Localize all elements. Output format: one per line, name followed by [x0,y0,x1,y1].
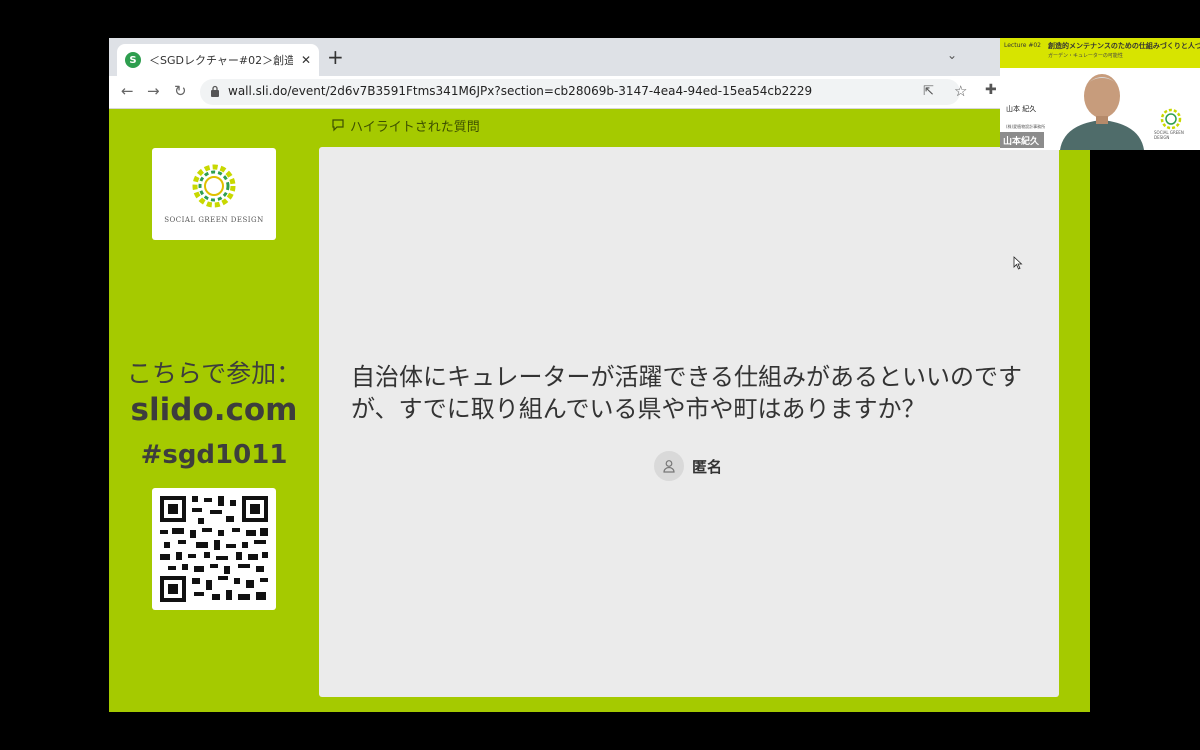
logo-text: SOCIAL GREEN DESIGN [164,216,264,224]
browser-tab[interactable]: S ＜SGDレクチャー#02＞創造的メンテ ✕ [117,44,319,76]
share-icon[interactable]: ⇱ [923,84,934,99]
tab-search-chevron-icon[interactable]: ⌄ [947,48,957,62]
qr-code-image [160,496,268,602]
lecture-subtitle: ガーデン・キュレーターの可能性 [1048,53,1123,59]
star-icon[interactable]: ☆ [954,82,967,100]
section-header: ハイライトされた質問 [331,116,480,135]
reload-icon[interactable]: ↻ [174,82,187,100]
mouse-cursor-icon [1013,256,1023,270]
tab-strip: S ＜SGDレクチャー#02＞創造的メンテ ✕ + ⌄ [109,38,1090,76]
question-author: 匿名 [654,451,722,481]
join-site: slido.com [130,392,298,428]
lock-icon [211,85,219,97]
lecture-title: 創造的メンテナンスのための仕組みづくりと人づくり [1048,42,1200,50]
back-arrow-icon[interactable]: ← [121,82,134,100]
logo-wreath-icon [1160,108,1182,130]
video-overlay: Lecture #02 創造的メンテナンスのための仕組みづくりと人づくり ガーデ… [1000,38,1200,150]
author-name: 匿名 [692,457,723,476]
browser-window: S ＜SGDレクチャー#02＞創造的メンテ ✕ + ⌄ ← → ↻ wall.s… [109,38,1090,712]
question-text: 自治体にキュレーターが活躍できる仕組みがあるといいのですが、すでに取り組んでいる… [351,363,1023,423]
url-text: wall.sli.do/event/2d6v7B3591Ftms341M6JPx… [228,84,813,98]
browser-toolbar: ← → ↻ wall.sli.do/event/2d6v7B3591Ftms34… [109,76,1090,109]
highlighted-question-card: 自治体にキュレーターが活躍できる仕組みがあるといいのですが、すでに取り組んでいる… [319,147,1059,697]
section-header-label: ハイライトされた質問 [350,119,480,135]
extensions-icon[interactable]: ✚ [985,82,997,98]
participant-name-label: 山本紀久 [1000,132,1044,148]
avatar [654,451,684,481]
user-icon [663,460,675,473]
tab-close-icon[interactable]: ✕ [301,53,311,67]
lecture-number: Lecture #02 [1004,42,1041,49]
event-code: #sgd1011 [140,440,288,470]
social-green-design-logo: SOCIAL GREEN DESIGN [152,148,276,240]
speaker-video [1060,74,1144,150]
new-tab-button[interactable]: + [327,47,344,67]
address-bar[interactable]: wall.sli.do/event/2d6v7B3591Ftms341M6JPx… [200,79,960,105]
speaker-org: (株)愛植物設計事務所 [1006,124,1046,129]
slido-favicon-icon: S [125,52,141,68]
tab-title: ＜SGDレクチャー#02＞創造的メンテ [149,54,293,67]
join-instruction: こちらで参加： [126,359,302,388]
comment-icon [332,119,344,132]
speaker-name: 山本 紀久 [1006,105,1037,113]
qr-code [152,488,276,610]
video-logo-text: SOCIAL GREEN DESIGN [1154,130,1184,140]
forward-arrow-icon[interactable]: → [147,82,160,100]
logo-wreath-icon [192,164,236,208]
participant-name: 山本紀久 [1003,137,1040,147]
